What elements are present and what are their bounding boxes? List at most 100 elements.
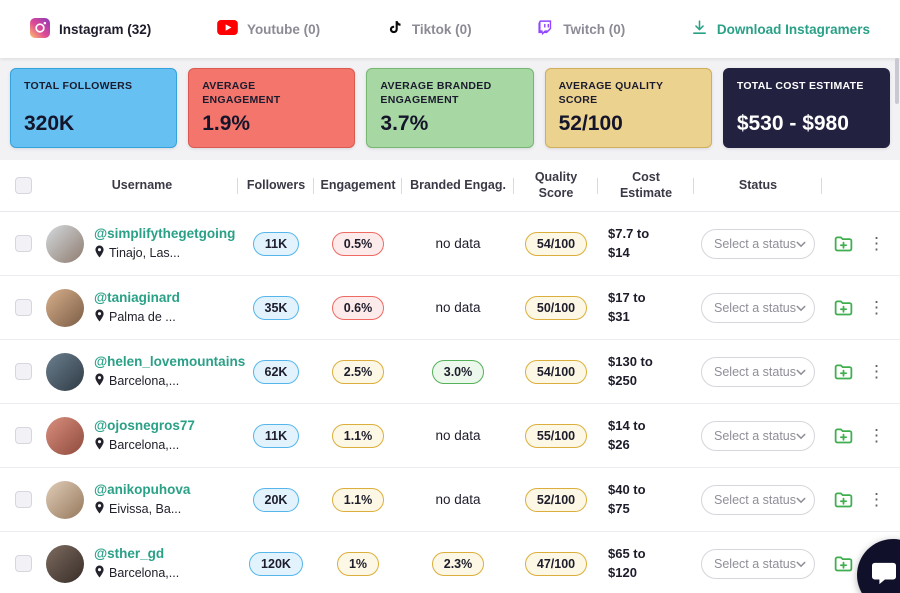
- chevron-down-icon: [796, 301, 806, 315]
- row-menu-button[interactable]: ⋮: [868, 235, 885, 252]
- youtube-icon: [217, 20, 238, 38]
- cost-estimate: $7.7 to $14: [608, 226, 650, 260]
- username-link[interactable]: @ojosnegros77: [94, 418, 195, 433]
- location-label: Barcelona,...: [109, 374, 180, 388]
- stat-card-average-quality-score: AVERAGE QUALITY SCORE 52/100: [544, 68, 712, 148]
- tab-instagram[interactable]: Instagram (32): [30, 17, 152, 41]
- row-menu-button[interactable]: ⋮: [868, 491, 885, 508]
- username-link[interactable]: @helen_lovemountains: [94, 354, 245, 369]
- chevron-down-icon: [796, 493, 806, 507]
- header-followers: Followers: [238, 178, 314, 194]
- chat-bubble-icon: [871, 561, 897, 590]
- engagement-pill: 2.5%: [331, 359, 385, 384]
- stat-value: 52/100: [558, 112, 623, 135]
- kebab-icon: ⋮: [868, 298, 885, 317]
- username-link[interactable]: @simplifythegetgoing: [94, 226, 235, 241]
- download-instagramers-button[interactable]: Download Instagramers: [691, 19, 870, 39]
- username-link[interactable]: @sther_gd: [94, 546, 179, 561]
- table-row: @ojosnegros77 Barcelona,... 11K 1.1% no …: [0, 404, 900, 468]
- add-to-folder-button[interactable]: [833, 425, 854, 446]
- quality-score-pill: 54/100: [524, 359, 588, 384]
- avatar: [46, 352, 84, 391]
- status-select[interactable]: Select a status: [701, 356, 815, 387]
- tab-twitch[interactable]: Twitch (0): [537, 19, 625, 39]
- header-checkbox-cell: [0, 177, 46, 194]
- select-all-checkbox[interactable]: [14, 177, 32, 194]
- location: Eivissa, Ba...: [94, 501, 190, 517]
- location-label: Palma de ...: [109, 310, 176, 324]
- stats-cards: TOTAL FOLLOWERS 320K AVERAGE ENGAGEMENT …: [0, 58, 900, 160]
- status-select[interactable]: Select a status: [701, 548, 815, 579]
- location: Tinajo, Las...: [94, 245, 235, 261]
- stat-title: AVERAGE QUALITY SCORE: [558, 80, 664, 106]
- status-select[interactable]: Select a status: [701, 228, 815, 259]
- status-select-label: Select a status: [714, 364, 796, 379]
- branded-engagement-value: no data: [435, 300, 481, 315]
- scrollbar-thumb[interactable]: [895, 58, 899, 104]
- status-select-label: Select a status: [714, 556, 796, 571]
- table-row: @simplifythegetgoing Tinajo, Las... 11K …: [0, 212, 900, 276]
- table-row: @helen_lovemountains Barcelona,... 62K 2…: [0, 340, 900, 404]
- header-username: Username: [46, 178, 238, 194]
- location: Palma de ...: [94, 309, 180, 325]
- influencer-table: Username Followers Engagement Branded En…: [0, 160, 900, 593]
- engagement-pill: 0.5%: [331, 231, 385, 256]
- header-branded-engagement: Branded Engag.: [402, 178, 514, 194]
- row-checkbox[interactable]: [14, 491, 32, 508]
- cost-estimate: $65 to $120: [608, 546, 646, 580]
- download-label: Download Instagramers: [716, 21, 870, 37]
- status-select[interactable]: Select a status: [701, 420, 815, 451]
- engagement-pill: 1.1%: [331, 487, 385, 512]
- cost-estimate: $17 to $31: [608, 290, 646, 324]
- status-select[interactable]: Select a status: [701, 484, 815, 515]
- add-to-folder-button[interactable]: [833, 489, 854, 510]
- quality-score-pill: 52/100: [524, 487, 588, 512]
- row-checkbox[interactable]: [14, 555, 32, 572]
- quality-score-pill: 47/100: [524, 551, 588, 576]
- username-link[interactable]: @taniaginard: [94, 290, 180, 305]
- add-to-folder-button[interactable]: [833, 297, 854, 318]
- stat-value: $530 - $980: [736, 112, 849, 135]
- avatar: [46, 288, 84, 327]
- add-to-folder-button[interactable]: [833, 553, 854, 574]
- kebab-icon: ⋮: [868, 362, 885, 381]
- table-row: @anikopuhova Eivissa, Ba... 20K 1.1% no …: [0, 468, 900, 532]
- row-menu-button[interactable]: ⋮: [868, 427, 885, 444]
- stat-card-total-followers: TOTAL FOLLOWERS 320K: [10, 68, 178, 148]
- followers-pill: 120K: [249, 551, 303, 576]
- add-to-folder-button[interactable]: [833, 361, 854, 382]
- status-select[interactable]: Select a status: [701, 292, 815, 323]
- location-label: Tinajo, Las...: [109, 246, 181, 260]
- followers-pill: 11K: [252, 231, 300, 256]
- stat-value: 3.7%: [380, 112, 429, 135]
- status-select-label: Select a status: [714, 300, 796, 315]
- followers-pill: 11K: [252, 423, 300, 448]
- chevron-down-icon: [796, 237, 806, 251]
- map-pin-icon: [94, 309, 105, 325]
- table-body: @simplifythegetgoing Tinajo, Las... 11K …: [0, 212, 900, 593]
- row-checkbox[interactable]: [14, 363, 32, 380]
- avatar: [46, 224, 84, 263]
- twitch-icon: [537, 19, 554, 39]
- stat-card-average-engagement: AVERAGE ENGAGEMENT 1.9%: [188, 68, 356, 148]
- location-label: Eivissa, Ba...: [109, 502, 182, 516]
- row-menu-button[interactable]: ⋮: [868, 299, 885, 316]
- row-checkbox[interactable]: [14, 235, 32, 252]
- tab-instagram-label: Instagram (32): [59, 21, 152, 37]
- username-link[interactable]: @anikopuhova: [94, 482, 190, 497]
- tab-youtube[interactable]: Youtube (0): [217, 20, 320, 38]
- engagement-pill: 0.6%: [331, 295, 385, 320]
- location: Barcelona,...: [94, 437, 195, 453]
- location: Barcelona,...: [94, 373, 245, 389]
- kebab-icon: ⋮: [868, 490, 885, 509]
- tab-tiktok[interactable]: Tiktok (0): [386, 19, 472, 39]
- followers-pill: 20K: [252, 487, 300, 512]
- add-to-folder-button[interactable]: [833, 233, 854, 254]
- branded-engagement-value: no data: [435, 492, 481, 507]
- row-checkbox[interactable]: [14, 427, 32, 444]
- download-icon: [691, 19, 708, 39]
- row-menu-button[interactable]: ⋮: [868, 363, 885, 380]
- row-checkbox[interactable]: [14, 299, 32, 316]
- header-cost-estimate: Cost Estimate: [598, 170, 694, 201]
- tab-tiktok-label: Tiktok (0): [411, 21, 472, 37]
